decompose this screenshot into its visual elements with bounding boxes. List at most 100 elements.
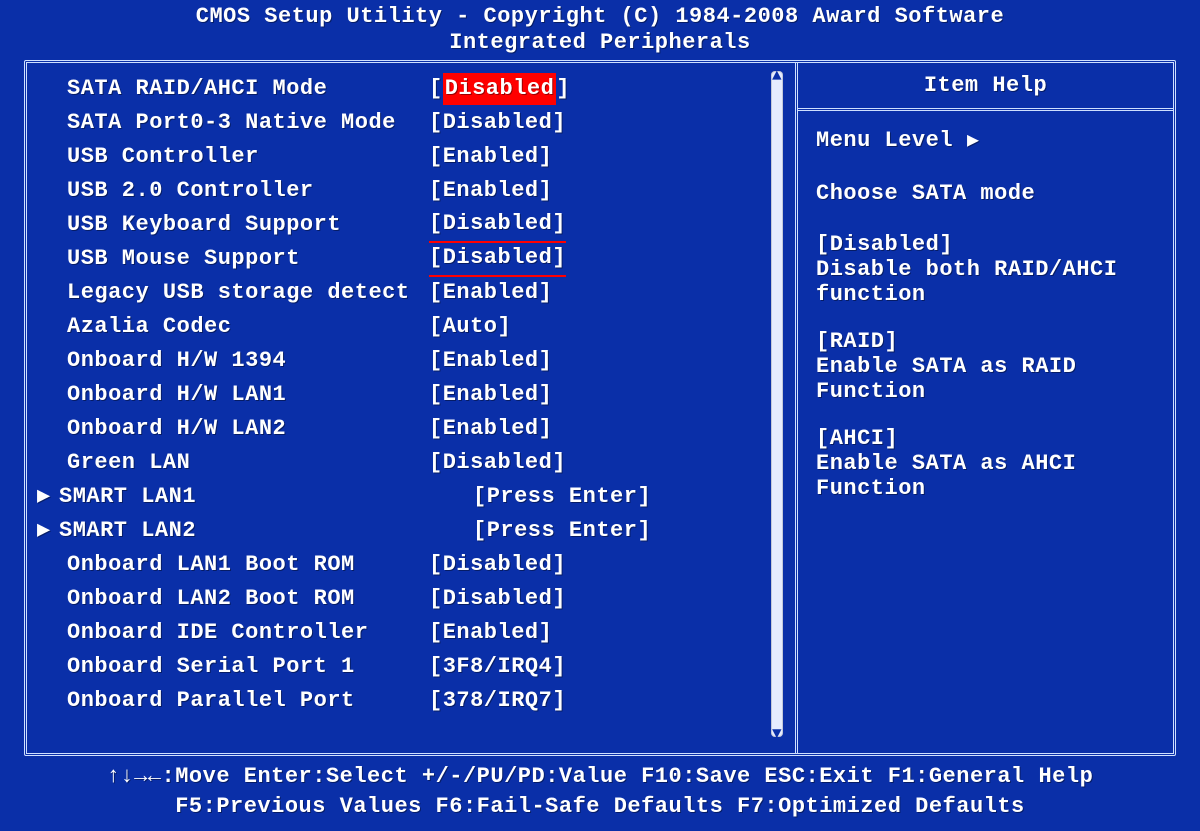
setting-label: Onboard Parallel Port <box>37 685 429 717</box>
setting-label: Onboard H/W LAN2 <box>37 413 429 445</box>
help-option-head: [Disabled] <box>816 232 1155 257</box>
setting-row[interactable]: Onboard LAN2 Boot ROM[Disabled] <box>37 583 779 615</box>
setting-value-wrap[interactable]: [Disabled] <box>429 583 566 615</box>
bracket-open: [ <box>429 175 443 207</box>
bracket-close: ] <box>552 583 566 615</box>
setting-value-wrap[interactable]: [Press Enter] <box>473 481 651 513</box>
scroll-up-icon[interactable]: ▲ <box>772 67 782 85</box>
setting-row[interactable]: USB Keyboard Support[Disabled] <box>37 209 779 241</box>
help-description: Choose SATA mode <box>816 181 1155 206</box>
bracket-open: [ <box>429 685 443 717</box>
setting-row[interactable]: Green LAN[Disabled] <box>37 447 779 479</box>
setting-value-wrap[interactable]: [Press Enter] <box>473 515 651 547</box>
bracket-open: [ <box>473 481 487 513</box>
bracket-open: [ <box>429 583 443 615</box>
setting-label: SATA Port0-3 Native Mode <box>37 107 429 139</box>
bracket-open: [ <box>473 515 487 547</box>
help-option: [Disabled]Disable both RAID/AHCI functio… <box>816 232 1155 307</box>
setting-value-wrap[interactable]: [Disabled] <box>429 242 566 277</box>
bracket-open: [ <box>429 208 443 240</box>
setting-value: Press Enter <box>487 481 638 513</box>
setting-value: Enabled <box>443 277 539 309</box>
setting-label: SMART LAN2 <box>59 515 473 547</box>
setting-value-wrap[interactable]: [Enabled] <box>429 413 552 445</box>
setting-label: Onboard LAN1 Boot ROM <box>37 549 429 581</box>
setting-row[interactable]: ▶SMART LAN2[Press Enter] <box>37 515 779 547</box>
setting-row[interactable]: Onboard IDE Controller[Enabled] <box>37 617 779 649</box>
setting-label: Legacy USB storage detect <box>37 277 429 309</box>
header-page-name: Integrated Peripherals <box>0 30 1200 56</box>
setting-row[interactable]: SATA Port0-3 Native Mode[Disabled] <box>37 107 779 139</box>
setting-value-wrap[interactable]: [Disabled] <box>429 549 566 581</box>
setting-label: USB Controller <box>37 141 429 173</box>
bracket-close: ] <box>552 685 566 717</box>
bracket-open: [ <box>429 107 443 139</box>
chevron-right-icon: ▶ <box>967 127 980 153</box>
bracket-open: [ <box>429 617 443 649</box>
setting-row[interactable]: Onboard H/W LAN2[Enabled] <box>37 413 779 445</box>
help-option-head: [AHCI] <box>816 426 1155 451</box>
setting-label: SATA RAID/AHCI Mode <box>37 73 429 105</box>
setting-row[interactable]: Onboard H/W LAN1[Enabled] <box>37 379 779 411</box>
setting-row[interactable]: SATA RAID/AHCI Mode[Disabled] <box>37 73 779 105</box>
setting-row[interactable]: Onboard H/W 1394[Enabled] <box>37 345 779 377</box>
bracket-open: [ <box>429 277 443 309</box>
setting-value: Disabled <box>443 583 553 615</box>
setting-value-wrap[interactable]: [Enabled] <box>429 277 552 309</box>
footer-hints: ↑↓→←:Move Enter:Select +/-/PU/PD:Value F… <box>0 756 1200 822</box>
setting-row[interactable]: Legacy USB storage detect[Enabled] <box>37 277 779 309</box>
setting-row[interactable]: USB 2.0 Controller[Enabled] <box>37 175 779 207</box>
settings-pane: SATA RAID/AHCI Mode[Disabled]SATA Port0-… <box>27 63 795 753</box>
setting-value-wrap[interactable]: [Disabled] <box>429 208 566 243</box>
main-panel: SATA RAID/AHCI Mode[Disabled]SATA Port0-… <box>24 60 1176 756</box>
setting-row[interactable]: USB Mouse Support[Disabled] <box>37 243 779 275</box>
setting-label: Onboard H/W 1394 <box>37 345 429 377</box>
setting-value-wrap[interactable]: [Disabled] <box>429 73 570 105</box>
setting-value-wrap[interactable]: [Disabled] <box>429 447 566 479</box>
bracket-close: ] <box>552 549 566 581</box>
setting-value-wrap[interactable]: [Enabled] <box>429 141 552 173</box>
bracket-close: ] <box>552 208 566 240</box>
submenu-arrow-icon: ▶ <box>37 515 59 547</box>
scroll-down-icon[interactable]: ▼ <box>772 725 782 743</box>
bracket-close: ] <box>539 345 553 377</box>
setting-value-wrap[interactable]: [Enabled] <box>429 379 552 411</box>
help-title: Item Help <box>798 63 1173 108</box>
setting-value: Press Enter <box>487 515 638 547</box>
scrollbar[interactable]: ▲ ▼ <box>771 71 783 737</box>
setting-row[interactable]: ▶SMART LAN1[Press Enter] <box>37 481 779 513</box>
setting-row[interactable]: Onboard Serial Port 1[3F8/IRQ4] <box>37 651 779 683</box>
setting-value: Disabled <box>443 242 553 274</box>
bracket-close: ] <box>552 651 566 683</box>
setting-value: Disabled <box>443 73 557 105</box>
setting-value-wrap[interactable]: [Auto] <box>429 311 511 343</box>
setting-value-wrap[interactable]: [378/IRQ7] <box>429 685 566 717</box>
bracket-open: [ <box>429 73 443 105</box>
setting-value-wrap[interactable]: [Enabled] <box>429 175 552 207</box>
bracket-open: [ <box>429 379 443 411</box>
setting-label: USB 2.0 Controller <box>37 175 429 207</box>
help-option-body: Enable SATA as AHCI Function <box>816 451 1076 501</box>
submenu-arrow-icon: ▶ <box>37 481 59 513</box>
setting-value: Enabled <box>443 141 539 173</box>
setting-row[interactable]: USB Controller[Enabled] <box>37 141 779 173</box>
setting-value-wrap[interactable]: [Enabled] <box>429 345 552 377</box>
help-body: Menu Level ▶ Choose SATA mode [Disabled]… <box>798 111 1173 753</box>
setting-row[interactable]: Onboard LAN1 Boot ROM[Disabled] <box>37 549 779 581</box>
help-option: [RAID]Enable SATA as RAID Function <box>816 329 1155 404</box>
setting-value-wrap[interactable]: [3F8/IRQ4] <box>429 651 566 683</box>
setting-value-wrap[interactable]: [Enabled] <box>429 617 552 649</box>
setting-value: 378/IRQ7 <box>443 685 553 717</box>
setting-value: Enabled <box>443 345 539 377</box>
setting-label: Green LAN <box>37 447 429 479</box>
setting-value-wrap[interactable]: [Disabled] <box>429 107 566 139</box>
settings-list: SATA RAID/AHCI Mode[Disabled]SATA Port0-… <box>37 71 779 717</box>
bracket-close: ] <box>539 413 553 445</box>
setting-row[interactable]: Onboard Parallel Port[378/IRQ7] <box>37 685 779 717</box>
setting-label: Onboard LAN2 Boot ROM <box>37 583 429 615</box>
bracket-close: ] <box>539 277 553 309</box>
bracket-close: ] <box>498 311 512 343</box>
setting-row[interactable]: Azalia Codec[Auto] <box>37 311 779 343</box>
bracket-open: [ <box>429 447 443 479</box>
menu-level-label: Menu Level <box>816 128 953 153</box>
